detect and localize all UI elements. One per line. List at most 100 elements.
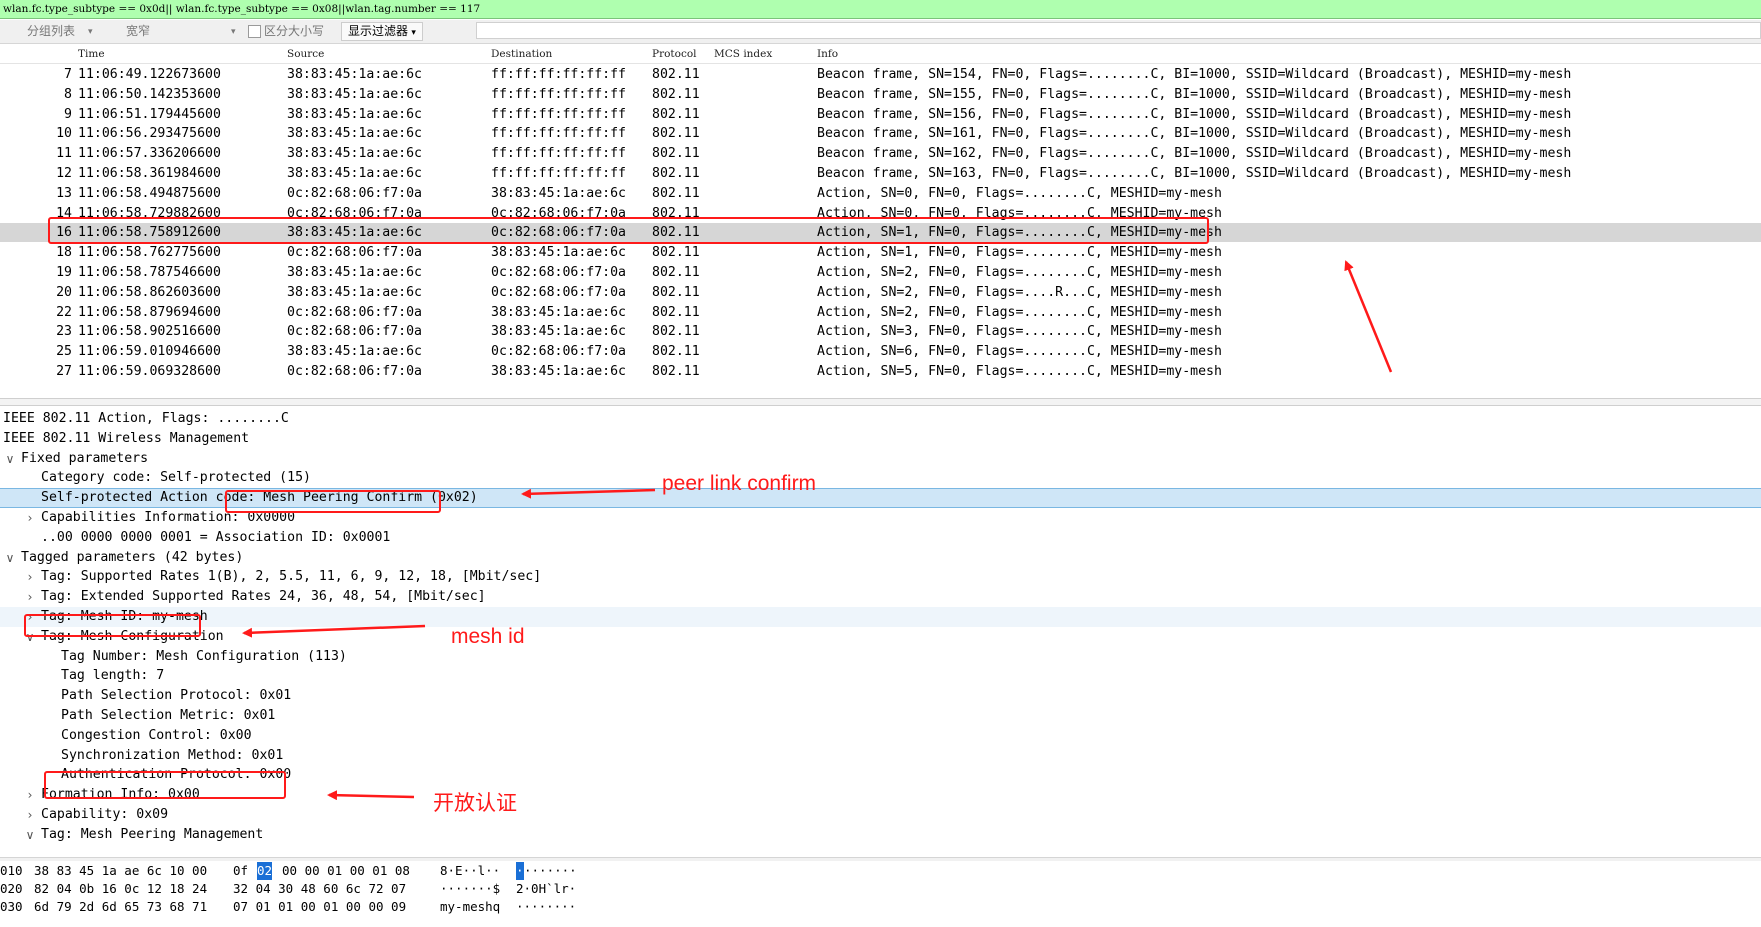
width-select[interactable]: 宽窄 [126,22,150,40]
packet-row[interactable]: 9 11:06:51.179445600 38:83:45:1a:ae:6c ff:f… [0,105,1761,124]
packet-row[interactable]: 27 11:06:59.069328600 0c:82:68:06:f7:0a 38:… [0,362,1761,381]
detail-row[interactable]: › Tag: Extended Supported Rates 24, 36, 4… [0,587,1761,607]
packet-number: 19 [56,265,72,280]
packet-time: 11:06:57.336206600 [78,146,221,162]
hex-bytes: 38 83 45 1a ae 6c 10 00 [34,863,208,878]
detail-row[interactable]: Path Selection Metric: 0x01 [0,706,1761,726]
chevron-down-icon[interactable]: ▾ [231,22,236,40]
collapse-chevron-icon[interactable]: › [24,805,36,825]
selected-ascii-byte[interactable]: · [516,862,524,880]
packet-row[interactable]: 8 11:06:50.142353600 38:83:45:1a:ae:6c ff:f… [0,85,1761,104]
packet-row[interactable]: 10 11:06:56.293475600 38:83:45:1a:ae:6c ff:… [0,124,1761,143]
chevron-down-icon[interactable]: ▾ [88,22,93,40]
packet-source: 0c:82:68:06:f7:0a [287,364,422,379]
ascii-bytes: 8·E··l·· [440,863,501,878]
packet-source: 38:83:45:1a:ae:6c [287,284,422,300]
group-list-select[interactable]: 分组列表 [27,22,75,40]
ascii-bytes: 2·0H`lr· [516,881,577,896]
packet-protocol: 802.11 [652,324,700,340]
packet-info: Beacon frame, SN=156, FN=0, Flags=......… [817,106,1572,122]
packet-row[interactable]: 20 11:06:58.862603600 38:83:45:1a:ae:6c 0c:… [0,283,1761,302]
packet-row[interactable]: 18 11:06:58.762775600 0c:82:68:06:f7:0a 38:… [0,243,1761,262]
packet-number: 11 [56,146,72,162]
hex-bytes: 07 01 01 00 01 00 00 09 [233,899,407,914]
column-header-source[interactable]: Source [287,45,324,63]
packet-list-header: Time Source Destination Protocol MCS ind… [0,45,1761,64]
packet-number: 27 [56,364,72,379]
packet-time: 11:06:58.787546600 [78,265,221,280]
hex-bytes: 32 04 30 48 60 6c 72 07 [233,881,407,896]
packet-time: 11:06:58.361984600 [78,166,221,181]
column-header-destination[interactable]: Destination [491,45,552,63]
packet-source: 0c:82:68:06:f7:0a [287,245,422,261]
packet-row[interactable]: 19 11:06:58.787546600 38:83:45:1a:ae:6c 0c:… [0,263,1761,282]
packet-info: Action, SN=3, FN=0, Flags=........C, MES… [817,324,1222,340]
packet-row[interactable]: 22 11:06:58.879694600 0c:82:68:06:f7:0a 38:… [0,303,1761,322]
column-header-info[interactable]: Info [817,45,838,63]
packet-time: 11:06:58.902516600 [78,324,221,340]
packet-info: Beacon frame, SN=163, FN=0, Flags=......… [817,166,1572,181]
packet-protocol: 802.11 [652,245,700,261]
packet-bytes-pane[interactable]: 010 38 83 45 1a ae 6c 10 00 0f 8·E··l·· 02 00… [0,861,1761,927]
collapse-chevron-icon[interactable]: › [24,567,36,587]
detail-row[interactable]: ∨ Tag: Mesh Configuration [0,627,1761,647]
byte-offset: 030 [0,899,23,914]
packet-source: 0c:82:68:06:f7:0a [287,185,422,201]
expand-chevron-icon[interactable]: ∨ [4,449,16,469]
packet-number: 18 [56,245,72,261]
collapse-chevron-icon[interactable]: › [24,587,36,607]
expand-chevron-icon[interactable]: ∨ [4,548,16,568]
case-sensitive-checkbox[interactable] [248,25,261,38]
packet-time: 11:06:50.142353600 [78,86,221,102]
detail-row[interactable]: › Tag: Supported Rates 1(B), 2, 5.5, 11, … [0,567,1761,587]
filter-text[interactable]: wlan.fc.type_subtype == 0x0d|| wlan.fc.t… [3,3,480,15]
packet-destination: 38:83:45:1a:ae:6c [491,185,626,201]
detail-row[interactable]: Tag Number: Mesh Configuration (113) [0,647,1761,667]
collapse-chevron-icon[interactable]: › [24,785,36,805]
detail-row[interactable]: Path Selection Protocol: 0x01 [0,686,1761,706]
detail-row[interactable]: ..00 0000 0000 0001 = Association ID: 0x… [0,528,1761,548]
packet-destination: ff:ff:ff:ff:ff:ff [491,146,626,162]
column-header-mcs-index[interactable]: MCS index [714,45,772,63]
display-filter-bar[interactable]: wlan.fc.type_subtype == 0x0d|| wlan.fc.t… [0,0,1761,19]
packet-info: Action, SN=2, FN=0, Flags=....R...C, MES… [817,284,1222,300]
detail-row[interactable]: › Capability: 0x09 [0,805,1761,825]
find-toolbar: 分组列表 ▾ 宽窄 ▾ 区分大小写 显示过滤器 ▾ [0,20,1761,44]
column-header-protocol[interactable]: Protocol [652,45,697,63]
packet-row[interactable]: 23 11:06:58.902516600 0c:82:68:06:f7:0a 38:… [0,322,1761,341]
selected-hex-byte[interactable]: 02 [257,862,273,880]
detail-row[interactable]: ∨ Tag: Mesh Peering Management [0,825,1761,845]
detail-row[interactable]: ∨ Tagged parameters (42 bytes) [0,548,1761,568]
packet-info: Beacon frame, SN=162, FN=0, Flags=......… [817,146,1572,162]
detail-row[interactable]: Synchronization Method: 0x01 [0,746,1761,766]
packet-info: Beacon frame, SN=155, FN=0, Flags=......… [817,86,1572,102]
detail-row[interactable]: Category code: Self-protected (15) [0,468,1761,488]
detail-text: Congestion Control: 0x00 [61,727,252,743]
packet-row[interactable]: 11 11:06:57.336206600 38:83:45:1a:ae:6c ff:… [0,144,1761,163]
detail-row[interactable]: Congestion Control: 0x00 [0,726,1761,746]
detail-row[interactable]: ∨ Fixed parameters [0,449,1761,469]
search-input[interactable] [476,22,1761,39]
pane-splitter[interactable] [0,398,1761,406]
detail-row[interactable]: IEEE 802.11 Action, Flags: ........C [0,409,1761,429]
byte-offset: 020 [0,881,23,896]
packet-row[interactable]: 7 11:06:49.122673600 38:83:45:1a:ae:6c ff:f… [0,65,1761,84]
ascii-bytes: ······· [524,863,577,878]
detail-row[interactable]: Tag length: 7 [0,666,1761,686]
detail-row[interactable]: IEEE 802.11 Wireless Management [0,429,1761,449]
display-filter-select[interactable]: 显示过滤器 ▾ [341,22,423,41]
detail-text: Tag length: 7 [61,668,165,684]
packet-protocol: 802.11 [652,86,700,102]
column-header-time[interactable]: Time [78,45,105,63]
packet-row[interactable]: 13 11:06:58.494875600 0c:82:68:06:f7:0a 38:… [0,184,1761,203]
expand-chevron-icon[interactable]: ∨ [24,825,36,845]
collapse-chevron-icon[interactable]: › [24,508,36,528]
packet-source: 38:83:45:1a:ae:6c [287,344,422,360]
packet-source: 38:83:45:1a:ae:6c [287,146,422,162]
detail-row[interactable]: › Tag: Mesh ID: my-mesh [0,607,1761,627]
packet-destination: ff:ff:ff:ff:ff:ff [491,106,626,122]
packet-destination: 38:83:45:1a:ae:6c [491,364,626,379]
ascii-bytes: my-meshq [440,899,501,914]
packet-row[interactable]: 25 11:06:59.010946600 38:83:45:1a:ae:6c 0c:… [0,342,1761,361]
packet-row[interactable]: 12 11:06:58.361984600 38:83:45:1a:ae:6c ff:… [0,164,1761,183]
